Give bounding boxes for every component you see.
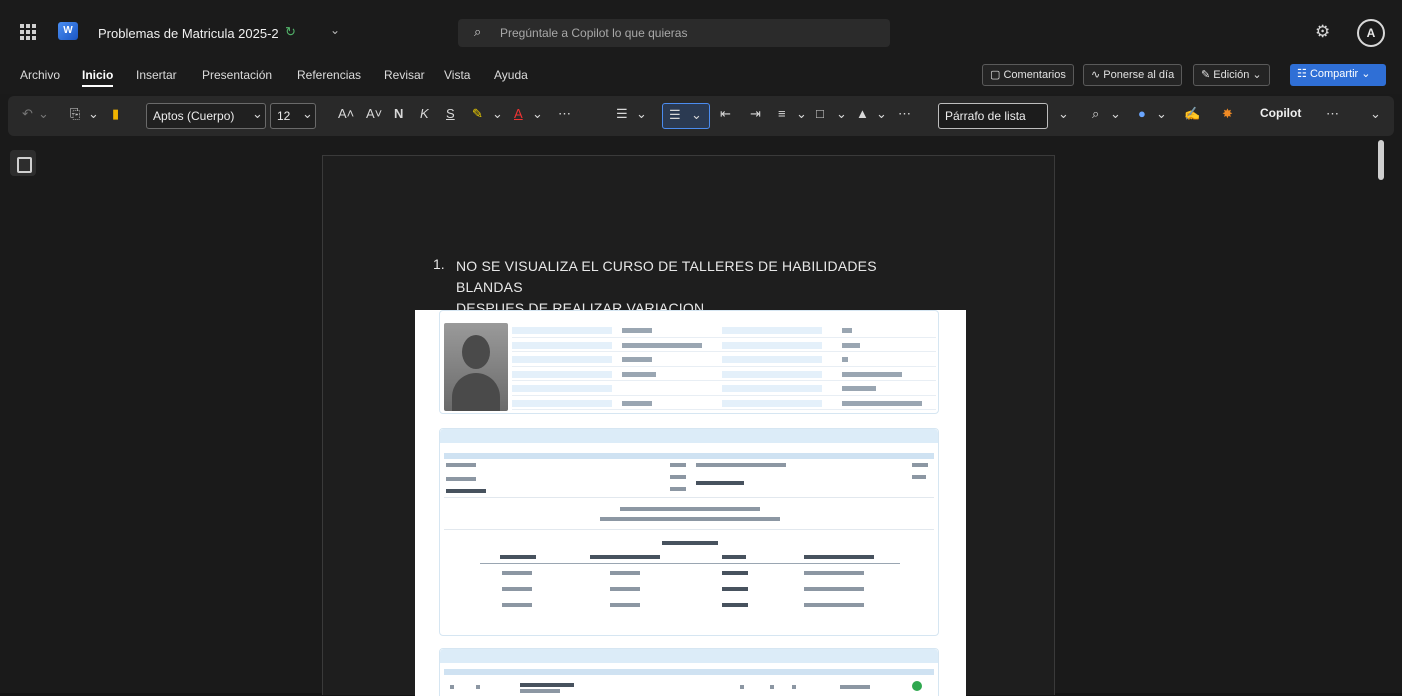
comments-button[interactable]: ▢ Comentarios [982,64,1074,86]
chevron-down-icon[interactable]: ⌄ [636,106,647,122]
paste-icon[interactable]: ⎘ [70,106,80,122]
numbering-button[interactable]: ☰ ⌄ [662,103,710,129]
shrink-font-icon[interactable]: A˅ [366,106,382,121]
document-title[interactable]: Problemas de Matricula 2025-2 [98,26,279,41]
student-info-card [439,310,939,414]
style-select[interactable]: Párrafo de lista [938,103,1048,129]
editor-icon[interactable]: ✍ [1184,106,1200,122]
chevron-down-icon: ⌄ [1361,68,1371,80]
tab-insertar[interactable]: Insertar [136,68,177,82]
chevron-down-icon[interactable]: ⌄ [1110,106,1121,122]
tab-referencias[interactable]: Referencias [297,68,361,82]
undo-icon[interactable]: ↶ [22,106,33,122]
more-font-options-icon[interactable]: ⋯ [558,106,571,122]
chevron-down-icon[interactable]: ⌄ [796,106,807,122]
catch-up-button[interactable]: ∿ Ponerse al día [1083,64,1183,86]
tab-inicio[interactable]: Inicio [82,68,114,87]
title-bar: W Problemas de Matricula 2025-2 ↻ ⌄ ⌕ Pr… [0,0,1402,60]
tab-archivo[interactable]: Archivo [20,68,60,82]
share-label: Compartir [1309,68,1359,80]
more-options-icon[interactable]: ⋯ [1326,106,1339,122]
settings-icon[interactable]: ⚙ [1315,22,1330,42]
payment-card-header [440,429,938,443]
avatar[interactable]: A [1357,19,1385,47]
copilot-icon[interactable]: ✸ [1222,106,1233,122]
search-icon: ⌕ [474,24,482,39]
app-launcher-icon[interactable] [20,24,36,40]
numbered-list-icon: ☰ [669,107,681,122]
italic-button[interactable]: K [420,106,429,121]
align-icon[interactable]: ≡ [778,106,786,121]
chevron-down-icon[interactable]: ⌄ [1058,106,1069,122]
find-icon[interactable]: ⌕ [1092,106,1099,122]
share-button[interactable]: ☷ Compartir ⌄ [1290,64,1386,86]
format-painter-icon[interactable]: ▮ [112,106,119,122]
font-name-value: Aptos (Cuerpo) [153,109,235,123]
decrease-indent-icon[interactable]: ⇤ [720,106,731,122]
dictate-icon[interactable]: ● [1138,106,1146,121]
editing-mode-button[interactable]: ✎ Edición ⌄ [1193,64,1270,86]
font-name-select[interactable]: Aptos (Cuerpo) [146,103,266,129]
share-icon: ☷ [1297,68,1307,80]
chevron-down-icon[interactable]: ⌄ [532,106,543,122]
chevron-down-icon[interactable]: ⌄ [88,106,99,122]
comment-icon: ▢ [990,69,1001,81]
pulse-icon: ∿ [1091,69,1101,81]
student-info-grid [512,323,936,410]
search-placeholder: Pregúntale a Copilot lo que quieras [500,26,688,40]
ribbon-toolbar: ↶ ⌄ ⎘ ⌄ ▮ Aptos (Cuerpo) ⌄ 12 ⌄ A˄ A˅ N … [8,96,1394,136]
menu-bar: Archivo Inicio Insertar Presentación Ref… [0,60,1402,94]
underline-button[interactable]: S [446,106,455,121]
navigation-pane-icon[interactable] [10,150,36,176]
copilot-search-box[interactable]: ⌕ Pregúntale a Copilot lo que quieras [458,19,890,47]
style-value: Párrafo de lista [945,109,1026,123]
document-page[interactable]: 1. NO SE VISUALIZA EL CURSO DE TALLERES … [322,155,1055,696]
chevron-down-icon[interactable]: ⌄ [492,106,503,122]
embedded-screenshot[interactable]: UPeU [415,310,966,696]
copilot-label[interactable]: Copilot [1260,106,1301,120]
chevron-down-icon[interactable]: ⌄ [876,106,887,122]
chevron-down-icon: ⌄ [691,107,702,122]
more-paragraph-options-icon[interactable]: ⋯ [898,106,911,122]
issue-heading-line-1: NO SE VISUALIZA EL CURSO DE TALLERES DE … [456,258,877,295]
borders-icon[interactable]: □ [816,106,824,121]
shading-icon[interactable]: ▲ [856,106,869,121]
word-window: W Problemas de Matricula 2025-2 ↻ ⌄ ⌕ Pr… [0,0,1402,696]
collapse-ribbon-icon[interactable]: ⌄ [1370,106,1381,122]
cloud-sync-icon: ↻ [285,24,296,39]
word-icon[interactable]: W [58,22,78,40]
font-color-icon[interactable]: A [514,106,523,121]
catch-up-label: Ponerse al día [1103,69,1175,81]
check-icon [912,681,922,691]
tab-ayuda[interactable]: Ayuda [494,68,528,82]
enrolled-courses-card [439,648,939,696]
chevron-down-icon[interactable]: ⌄ [252,106,263,122]
list-number: 1. [433,256,445,272]
payment-status-card [439,428,939,636]
grow-font-icon[interactable]: A˄ [338,106,354,121]
chevron-down-icon[interactable]: ⌄ [38,106,49,122]
bullets-icon[interactable]: ☰ [616,106,628,122]
chevron-down-icon[interactable]: ⌄ [302,106,313,122]
chevron-down-icon[interactable]: ⌄ [330,23,340,37]
editing-label: Edición [1213,69,1250,81]
pencil-icon: ✎ [1201,69,1211,81]
vertical-scrollbar[interactable] [1378,140,1384,180]
chevron-down-icon: ⌄ [1252,69,1262,81]
highlight-icon[interactable]: ✎ [472,106,483,122]
comments-label: Comentarios [1003,69,1066,81]
tab-presentacion[interactable]: Presentación [202,68,272,82]
font-size-value: 12 [277,109,291,123]
chevron-down-icon[interactable]: ⌄ [836,106,847,122]
bold-button[interactable]: N [394,106,403,121]
courses-card-header [440,649,938,663]
student-photo [444,323,508,411]
increase-indent-icon[interactable]: ⇥ [750,106,761,122]
chevron-down-icon[interactable]: ⌄ [1156,106,1167,122]
tab-revisar[interactable]: Revisar [384,68,425,82]
tab-vista[interactable]: Vista [444,68,470,82]
